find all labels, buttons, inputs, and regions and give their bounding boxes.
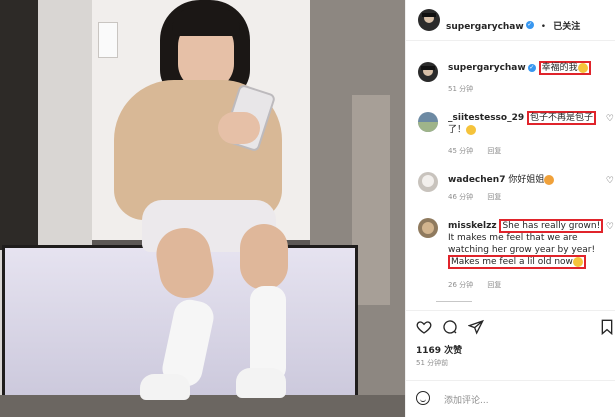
comment-username[interactable]: _siitestesso_29 <box>448 113 524 123</box>
more-replies-line <box>436 301 472 305</box>
photo-girl-shoe-left <box>140 374 190 400</box>
post-side-panel: supergarychaw ✓ • 已关注 supergarychaw ✓ 幸福的我… <box>405 0 615 417</box>
comment-body: _siitestesso_29 包子不再是包子 了！ <box>448 111 608 136</box>
comment-meta: 26 分钟 回复 <box>448 280 513 290</box>
comment-text: 幸福的我 <box>541 63 578 73</box>
post-photo[interactable] <box>0 0 405 417</box>
photo-floor <box>0 395 405 417</box>
comment-time: 51 分钟 <box>448 85 474 93</box>
comment-body: wadechen7 你好姐姐 <box>448 174 608 186</box>
header-line: supergarychaw ✓ • 已关注 <box>446 14 580 33</box>
comment-meta: 45 分钟 回复 <box>448 146 513 156</box>
follow-button[interactable]: 已关注 <box>553 22 580 32</box>
verified-badge-icon: ✓ <box>527 63 536 72</box>
comment-text: She has really grown! <box>502 221 601 231</box>
photo-light-switch <box>98 22 118 58</box>
photo-girl-hands <box>218 112 260 144</box>
smile-icon[interactable] <box>416 391 430 405</box>
send-icon[interactable] <box>468 319 484 335</box>
comment-item: misskelzz She has really grown! It makes… <box>406 214 615 304</box>
add-comment-bar: 添加评论... <box>406 380 615 417</box>
instagram-post-view: supergarychaw ✓ • 已关注 supergarychaw ✓ 幸福的我… <box>0 0 615 417</box>
comment-like-icon[interactable]: ♡ <box>606 114 614 124</box>
separator-dot: • <box>540 22 547 32</box>
photo-girl-leg-right <box>240 224 288 290</box>
comment-meta: 46 分钟 回复 <box>448 192 513 202</box>
comment-text: 你好姐姐 <box>508 175 545 185</box>
emoji-smile-icon <box>577 62 588 73</box>
comment-meta: 51 分钟 <box>448 84 485 94</box>
comment-icon[interactable] <box>442 319 458 335</box>
comment-username[interactable]: supergarychaw <box>448 63 526 73</box>
author-username[interactable]: supergarychaw <box>446 22 524 32</box>
post-header: supergarychaw ✓ • 已关注 <box>406 0 615 41</box>
comment-username[interactable]: misskelzz <box>448 221 497 231</box>
comment-username[interactable]: wadechen7 <box>448 175 505 185</box>
emoji-laugh-icon <box>572 256 583 267</box>
comment-item: wadechen7 你好姐姐 ♡ 46 分钟 回复 <box>406 168 615 208</box>
comment-body: misskelzz She has really grown! It makes… <box>448 219 608 269</box>
action-bar <box>406 310 615 343</box>
photo-girl-bangs <box>172 8 240 36</box>
comment-text: Makes me feel a lil old now <box>451 257 573 267</box>
comment-highlight: Makes me feel a lil old now <box>448 255 586 269</box>
comment-highlight: She has really grown! <box>499 219 604 233</box>
comment-body: supergarychaw ✓ 幸福的我 <box>448 61 608 75</box>
comment-item: _siitestesso_29 包子不再是包子 了！ ♡ 45 分钟 回复 <box>406 108 615 162</box>
comment-time: 46 分钟 <box>448 193 474 201</box>
comment-text-middle: It makes me feel that we are watching he… <box>448 233 596 255</box>
comment-highlight: 包子不再是包子 <box>527 111 597 125</box>
reply-button[interactable]: 回复 <box>487 193 501 201</box>
photo-shadow <box>0 0 38 250</box>
comment-item: supergarychaw ✓ 幸福的我 51 分钟 <box>406 58 615 98</box>
comment-highlight: 幸福的我 <box>538 61 591 75</box>
heart-icon[interactable] <box>416 319 432 335</box>
author-avatar[interactable] <box>418 9 440 31</box>
comment-text-rest: 了！ <box>448 125 467 135</box>
comment-time: 26 分钟 <box>448 281 474 289</box>
comment-like-icon[interactable]: ♡ <box>606 176 614 186</box>
comment-input[interactable]: 添加评论... <box>444 393 489 406</box>
emoji-hug-icon <box>544 174 555 185</box>
reply-button[interactable]: 回复 <box>487 147 501 155</box>
comment-time: 45 分钟 <box>448 147 474 155</box>
comment-avatar[interactable] <box>418 62 438 82</box>
reply-button[interactable]: 回复 <box>487 281 501 289</box>
comment-avatar[interactable] <box>418 172 438 192</box>
bookmark-icon[interactable] <box>600 319 614 335</box>
photo-girl-shoe-right <box>236 368 286 398</box>
post-time: 51 分钟前 <box>416 359 449 367</box>
emoji-laugh-icon <box>466 124 477 135</box>
comment-like-icon[interactable]: ♡ <box>606 222 614 232</box>
comment-avatar[interactable] <box>418 218 438 238</box>
comment-text: 包子不再是包子 <box>530 113 594 123</box>
comment-avatar[interactable] <box>418 112 438 132</box>
like-count[interactable]: 1169 次赞 <box>416 343 462 356</box>
verified-badge-icon: ✓ <box>525 20 534 29</box>
